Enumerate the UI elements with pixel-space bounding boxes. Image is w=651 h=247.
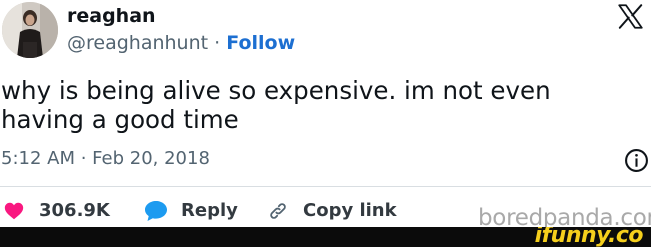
tweet-timestamp[interactable]: 5:12 AM · Feb 20, 2018 xyxy=(1,147,210,171)
speech-bubble-icon xyxy=(145,201,167,221)
heart-icon xyxy=(4,202,24,220)
tweet-text: why is being alive so expensive. im not … xyxy=(1,76,551,134)
avatar-photo xyxy=(2,2,58,58)
avatar[interactable] xyxy=(2,2,58,58)
reply-button[interactable]: Reply xyxy=(144,197,244,225)
likes-count: 306.9K xyxy=(39,200,110,221)
follow-button[interactable]: Follow xyxy=(226,32,295,54)
ifunny-watermark: ifunny.co xyxy=(534,227,644,247)
tweet-actions: 306.9K Reply Copy link xyxy=(0,197,470,225)
copy-link-label: Copy link xyxy=(303,200,397,221)
handle-separator: · xyxy=(214,32,221,54)
author-name[interactable]: reaghan xyxy=(67,3,156,29)
author-handle-line: @reaghanhunt · Follow xyxy=(67,30,295,56)
copy-link-button[interactable]: Copy link xyxy=(266,197,406,225)
author-handle[interactable]: @reaghanhunt xyxy=(67,32,208,54)
x-logo-icon[interactable] xyxy=(617,3,644,30)
reply-label: Reply xyxy=(181,200,238,221)
link-icon xyxy=(270,203,286,219)
like-button[interactable]: 306.9K xyxy=(3,197,113,225)
info-icon[interactable] xyxy=(624,148,649,173)
divider xyxy=(0,186,651,187)
ifunny-bar: ifunny.co xyxy=(0,227,651,247)
